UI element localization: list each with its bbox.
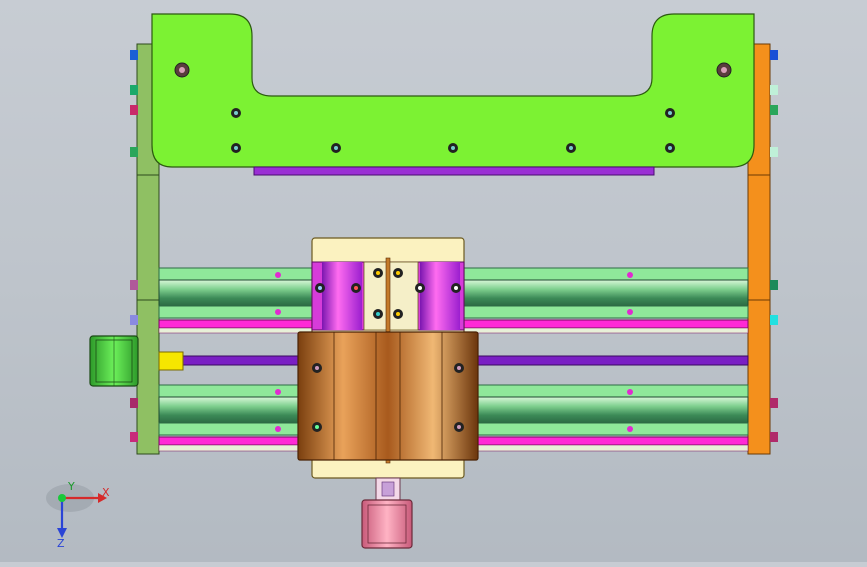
y-axis-marker xyxy=(58,494,66,502)
right-screw xyxy=(770,50,778,60)
cad-viewport[interactable]: X Y Z xyxy=(0,0,867,562)
left-screw xyxy=(130,315,138,325)
coordinate-triad: X Y Z xyxy=(46,480,110,548)
cad-model-view[interactable] xyxy=(0,0,867,562)
left-screw xyxy=(130,147,138,157)
left-screw xyxy=(130,85,138,95)
left-stepper-motor[interactable] xyxy=(89,335,139,387)
lower-bronze-block[interactable] xyxy=(297,331,479,461)
coupler xyxy=(158,351,184,371)
right-screw xyxy=(770,398,778,408)
right-screw xyxy=(770,85,778,95)
x-axis-label: X xyxy=(102,486,110,499)
bottom-stepper-motor[interactable] xyxy=(361,499,413,549)
carriage[interactable] xyxy=(297,237,479,479)
y-axis-label: Y xyxy=(67,480,75,493)
left-screw xyxy=(130,105,138,115)
top-plate[interactable] xyxy=(151,13,755,176)
right-screw xyxy=(770,105,778,115)
right-screw xyxy=(770,280,778,290)
left-screw xyxy=(130,50,138,60)
left-screw xyxy=(130,432,138,442)
z-axis-label: Z xyxy=(57,537,65,548)
right-screw xyxy=(770,432,778,442)
left-screw xyxy=(130,398,138,408)
right-screw xyxy=(770,315,778,325)
left-screw xyxy=(130,280,138,290)
bottom-coupler xyxy=(375,477,401,501)
right-screw xyxy=(770,147,778,157)
